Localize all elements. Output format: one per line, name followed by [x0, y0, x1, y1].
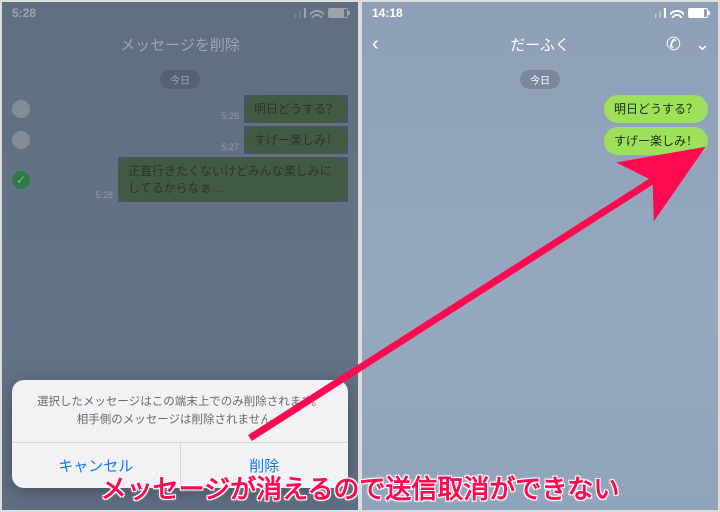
- sheet-line1: 選択したメッセージはこの端末上でのみ削除されます。: [28, 394, 332, 412]
- navbar: メッセージを削除: [2, 24, 358, 64]
- battery-icon: [688, 8, 708, 18]
- statusbar: 5:28: [2, 2, 358, 24]
- status-icons: [292, 8, 348, 18]
- menu-icon[interactable]: ⌄: [695, 34, 710, 55]
- status-icons: [652, 8, 708, 18]
- date-pill: 今日: [160, 70, 200, 89]
- message-bubble: 正直行きたくないけどみんな楽しみにしてるからなぁ…: [118, 157, 348, 201]
- navbar: ‹ だーふく ✆ ⌄: [362, 24, 718, 64]
- nav-title: だーふく: [510, 34, 569, 55]
- battery-icon: [328, 8, 348, 18]
- status-time: 5:28: [12, 6, 36, 20]
- message-list: 5:26 明日どうする？ 5:27 すげー楽しみ！ ✓ 5:28 正直行きたくな…: [2, 95, 358, 202]
- message-time: 5:26: [221, 111, 239, 121]
- phone-right: 14:18 ‹ だーふく ✆ ⌄ 今日 明日どうする？ すげー楽しみ！: [362, 2, 718, 510]
- message-list: 明日どうする？ すげー楽しみ！: [362, 95, 718, 155]
- wifi-icon: [670, 8, 684, 18]
- message-bubble: 明日どうする？: [244, 95, 348, 123]
- caption-text: メッセージが消えるので送信取消ができない: [0, 461, 720, 512]
- statusbar: 14:18: [362, 2, 718, 24]
- select-radio-on[interactable]: ✓: [12, 171, 30, 189]
- signal-icon: [292, 8, 306, 18]
- status-time: 14:18: [372, 6, 403, 20]
- wifi-icon: [310, 8, 324, 18]
- signal-icon: [652, 8, 666, 18]
- sheet-message: 選択したメッセージはこの端末上でのみ削除されます。 相手側のメッセージは削除され…: [12, 380, 348, 442]
- message-time: 5:27: [221, 142, 239, 152]
- message-row-2[interactable]: 5:27 すげー楽しみ！: [12, 126, 348, 154]
- message-time: 5:28: [95, 190, 113, 200]
- date-pill: 今日: [520, 70, 560, 89]
- message-row-2[interactable]: すげー楽しみ！: [372, 127, 708, 155]
- message-row-3[interactable]: ✓ 5:28 正直行きたくないけどみんな楽しみにしてるからなぁ…: [12, 157, 348, 201]
- message-row-1[interactable]: 5:26 明日どうする？: [12, 95, 348, 123]
- sheet-line2: 相手側のメッセージは削除されません。: [28, 412, 332, 430]
- back-button[interactable]: ‹: [372, 33, 379, 56]
- comparison-container: 5:28 メッセージを削除 今日 5:26 明日どうする？ 5:: [0, 0, 720, 512]
- call-icon[interactable]: ✆: [666, 34, 681, 55]
- message-bubble: すげー楽しみ！: [604, 127, 708, 155]
- select-radio-off[interactable]: [12, 131, 30, 149]
- message-bubble: 明日どうする？: [604, 95, 708, 123]
- message-bubble: すげー楽しみ！: [244, 126, 348, 154]
- select-radio-off[interactable]: [12, 100, 30, 118]
- message-row-1[interactable]: 明日どうする？: [372, 95, 708, 123]
- phone-left: 5:28 メッセージを削除 今日 5:26 明日どうする？ 5:: [2, 2, 358, 510]
- nav-title: メッセージを削除: [120, 34, 240, 55]
